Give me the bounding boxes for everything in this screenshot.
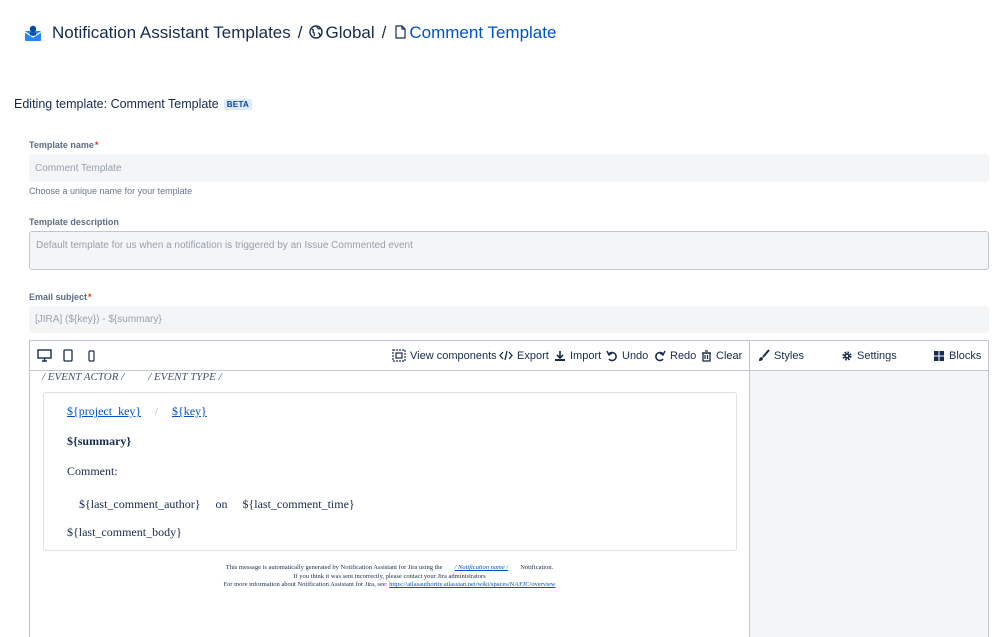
comment-label[interactable]: Comment: xyxy=(67,464,118,479)
view-components-label: View components xyxy=(410,349,497,362)
undo-button[interactable]: Undo xyxy=(606,341,648,370)
template-name-label-text: Template name xyxy=(29,140,94,150)
clear-label: Clear xyxy=(716,349,743,362)
email-subject-label: Email subject* xyxy=(29,292,92,302)
template-name-input[interactable]: Comment Template xyxy=(29,154,989,182)
tablet-icon xyxy=(63,349,73,362)
summary-text[interactable]: ${summary} xyxy=(67,434,131,449)
breadcrumb-current[interactable]: Comment Template xyxy=(393,23,556,43)
mobile-view-button[interactable] xyxy=(88,341,99,370)
export-button[interactable]: Export xyxy=(499,341,549,370)
template-description-label: Template description xyxy=(29,217,119,227)
blocks-tab[interactable]: Blocks xyxy=(933,341,981,370)
blocks-label: Blocks xyxy=(949,349,982,362)
redo-icon xyxy=(655,350,666,361)
redo-button[interactable]: Redo xyxy=(654,341,696,370)
globe-icon xyxy=(309,25,324,39)
event-type[interactable]: / EVENT TYPE / xyxy=(148,371,221,383)
project-key-link[interactable]: ${project_key} xyxy=(67,404,141,418)
import-label: Import xyxy=(570,349,602,362)
editor-toolbar: View components Export Import Undo Redo … xyxy=(30,341,988,371)
footer-line-3-pre: For more information about Notification … xyxy=(223,581,388,588)
footer-line-1: This message is automatically generated … xyxy=(30,564,749,571)
footer-line-1-pre: This message is automatically generated … xyxy=(225,564,443,571)
event-actor[interactable]: / EVENT ACTOR / xyxy=(42,371,124,383)
blocks-icon xyxy=(934,350,944,361)
settings-tab[interactable]: Settings xyxy=(841,341,897,370)
comment-author[interactable]: ${last_comment_author} xyxy=(79,497,201,511)
issue-key-row: ${project_key} / ${key} xyxy=(67,404,207,419)
email-canvas[interactable]: / EVENT ACTOR / / EVENT TYPE / ${project_… xyxy=(30,371,749,637)
template-name-label: Template name* xyxy=(29,140,98,150)
page-title: Editing template: Comment Template BETA xyxy=(14,97,253,111)
template-description-input[interactable]: Default template for us when a notificat… xyxy=(29,231,989,270)
breadcrumb-current-label: Comment Template xyxy=(409,23,557,42)
desktop-view-button[interactable] xyxy=(37,341,56,370)
template-name-help: Choose a unique name for your template xyxy=(29,186,193,196)
undo-label: Undo xyxy=(622,349,649,362)
notification-name-link[interactable]: / Notification name / xyxy=(455,564,509,571)
key-separator: / xyxy=(155,407,158,418)
view-components-icon xyxy=(392,349,406,362)
comment-meta-row: ${last_comment_author} on ${last_comment… xyxy=(79,497,355,512)
editor-side-panel[interactable] xyxy=(750,371,988,637)
footer-line-1-post: Notification. xyxy=(520,564,554,571)
footer-line-2: If you think it was sent incorrectly, pl… xyxy=(293,573,486,580)
export-label: Export xyxy=(517,349,549,362)
comment-on: on xyxy=(215,497,228,511)
tablet-view-button[interactable] xyxy=(63,341,77,370)
undo-icon xyxy=(606,350,617,361)
gear-icon xyxy=(842,350,852,361)
breadcrumb-scope-label: Global xyxy=(325,23,375,42)
styles-tab[interactable]: Styles xyxy=(757,341,804,370)
comment-time[interactable]: ${last_comment_time} xyxy=(243,497,355,511)
comment-body[interactable]: ${last_comment_body} xyxy=(67,525,182,540)
breadcrumb: Notification Assistant Templates / Globa… xyxy=(24,20,556,46)
brush-icon xyxy=(759,349,770,361)
trash-icon xyxy=(702,349,711,362)
breadcrumb-separator: / xyxy=(381,23,387,42)
required-mark: * xyxy=(94,140,99,150)
styles-label: Styles xyxy=(774,349,804,362)
email-subject-input[interactable]: [JIRA] (${key}) - ${summary} xyxy=(29,306,989,333)
desktop-icon xyxy=(37,349,52,362)
event-line: / EVENT ACTOR / / EVENT TYPE / xyxy=(42,371,222,383)
code-icon xyxy=(499,350,513,361)
redo-label: Redo xyxy=(670,349,697,362)
breadcrumb-scope[interactable]: Global xyxy=(309,23,375,43)
footer-url-link[interactable]: https://atlasauthority.atlassian.net/wik… xyxy=(389,581,555,588)
settings-label: Settings xyxy=(857,349,897,362)
template-editor: View components Export Import Undo Redo … xyxy=(29,340,989,637)
footer-line-3: For more information about Notification … xyxy=(30,581,749,588)
editing-title-text: Editing template: Comment Template xyxy=(14,97,219,111)
view-components-button[interactable]: View components xyxy=(392,341,497,370)
clear-button[interactable]: Clear xyxy=(701,341,742,370)
email-card[interactable]: ${project_key} / ${key} ${summary} Comment… xyxy=(43,392,737,551)
app-logo-icon xyxy=(24,24,42,42)
breadcrumb-app[interactable]: Notification Assistant Templates xyxy=(52,23,291,43)
mobile-icon xyxy=(88,349,95,362)
required-mark: * xyxy=(88,292,92,302)
document-icon xyxy=(395,25,406,39)
import-button[interactable]: Import xyxy=(554,341,601,370)
beta-badge: BETA xyxy=(223,98,253,110)
issue-key-link[interactable]: ${key} xyxy=(172,404,207,418)
download-icon xyxy=(555,350,565,361)
email-subject-label-text: Email subject xyxy=(29,292,88,302)
breadcrumb-separator: / xyxy=(297,23,303,42)
